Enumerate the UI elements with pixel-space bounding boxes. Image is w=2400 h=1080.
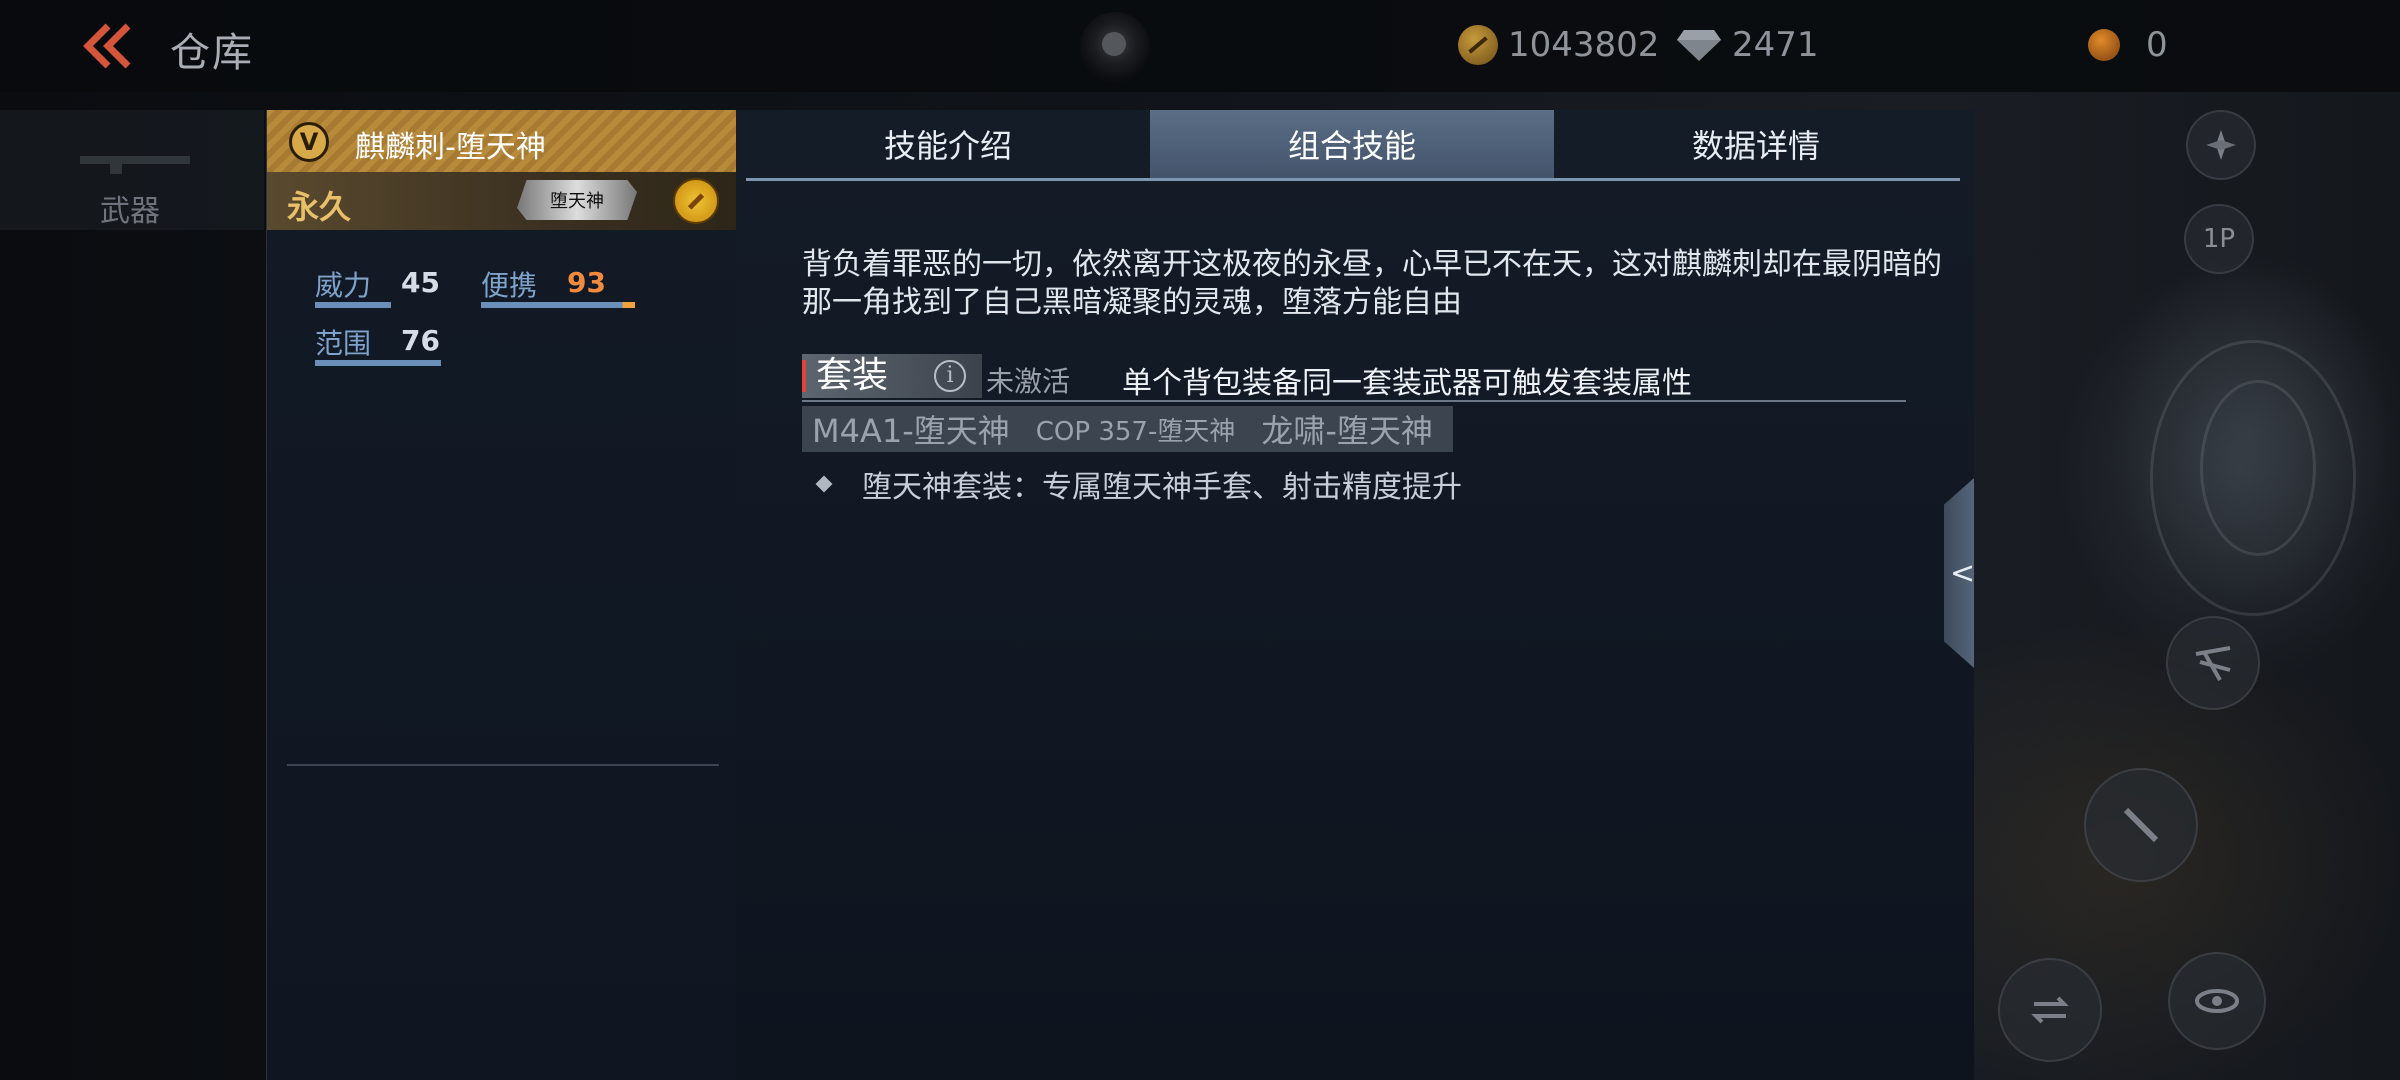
compass-button[interactable] [2186,110,2256,180]
set-marker [802,360,806,392]
set-weapon: 龙啸-堕天神 [1261,412,1433,450]
gold-currency: 1043802 [1458,22,1659,68]
set-label-box: 套装 i [802,354,982,398]
set-label: 套装 [816,355,889,396]
diamond-icon [1677,30,1721,61]
set-bonus: 堕天神套装：专属堕天神手套、射击精度提升 [810,462,1462,506]
stat-value: 76 [401,324,440,357]
swap-icon [2031,996,2069,1024]
eye-icon [2195,989,2239,1013]
gold-coin-icon [1458,25,1498,65]
melee-button[interactable] [2166,616,2260,710]
token-amount: 0 [2146,25,2168,65]
claw-icon [2195,646,2231,681]
bullet-icon [815,475,833,493]
weapon-subheader: 永久 堕天神 [267,172,737,230]
page-title: 仓库 [170,30,254,76]
top-bar: 仓库 1043802 2471 0 [0,0,2400,92]
stat-label: 范围 [315,327,372,360]
info-icon[interactable]: i [934,360,966,392]
collapse-chevron-icon: < [1950,556,1976,591]
swap-button[interactable] [1998,958,2102,1062]
skill-description: 背负着罪恶的一切，依然离开这极夜的永昼，心早已不在天，这对麒麟刺却在最阴暗的那一… [802,247,1942,320]
rifle-icon [80,156,190,174]
token-currency: 0 [2088,22,2168,68]
tab-data-details[interactable]: 数据详情 [1554,110,1958,178]
set-divider [802,400,1906,402]
rank-v-icon: V [289,122,329,162]
set-weapon: M4A1-堕天神 [812,412,1010,450]
collapse-handle[interactable]: < [1944,478,1974,668]
token-icon [2088,29,2120,61]
stat-bar [315,360,441,366]
compass-icon [2206,130,2236,160]
stat-portability: 便携 93 [481,264,641,308]
panel-divider [287,764,719,766]
stat-label: 威力 [315,269,372,302]
tab-bar: 技能介绍 组合技能 数据详情 [746,110,1960,181]
stat-value: 45 [401,266,440,299]
set-weapon-list: M4A1-堕天神 COP 357-堕天神 龙啸-堕天神 [802,406,1453,452]
stat-bar [315,302,391,308]
weapon-info-panel: V 麒麟刺-堕天神 永久 堕天神 威力 45 便携 93 范围 76 [266,110,737,1080]
target-ring [2200,380,2316,556]
tab-combo-skill[interactable]: 组合技能 [1150,110,1554,178]
diamond-amount: 2471 [1732,25,1819,65]
skin-series-tag: 堕天神 [517,180,637,220]
stat-power: 威力 45 [315,264,440,308]
set-weapon: COP 357-堕天神 [1035,416,1236,447]
season-orb[interactable] [1080,12,1150,82]
view-button[interactable] [2168,952,2266,1050]
set-bonus-text: 堕天神套装：专属堕天神手套、射击精度提升 [862,470,1462,505]
back-chevron-icon[interactable] [78,22,138,70]
weapon-name: 麒麟刺-堕天神 [355,130,546,165]
weapon-header: V 麒麟刺-堕天神 [267,110,737,173]
skill-panel: 技能介绍 组合技能 数据详情 背负着罪恶的一切，依然离开这极夜的永昼，心早已不在… [736,110,1974,1080]
stat-value: 93 [567,266,606,299]
gold-amount: 1043802 [1508,25,1660,65]
knife-button[interactable] [2084,768,2198,882]
set-rule: 单个背包装备同一套装武器可触发套装属性 [1122,366,1692,401]
stat-label: 便携 [481,269,538,302]
nav-weapons[interactable]: 武器 [0,110,264,230]
weapon-duration: 永久 [287,188,352,226]
diamond-currency: 2471 [1676,22,1819,68]
nav-weapons-label: 武器 [100,194,160,229]
player-mode-button[interactable]: 1P [2184,204,2254,274]
medal-icon[interactable] [673,178,719,224]
knife-icon [2123,807,2159,843]
tab-skill-intro[interactable]: 技能介绍 [746,110,1150,178]
stat-range: 范围 76 [315,322,445,366]
stat-bar [481,302,635,308]
set-status: 未激活 [986,365,1071,398]
